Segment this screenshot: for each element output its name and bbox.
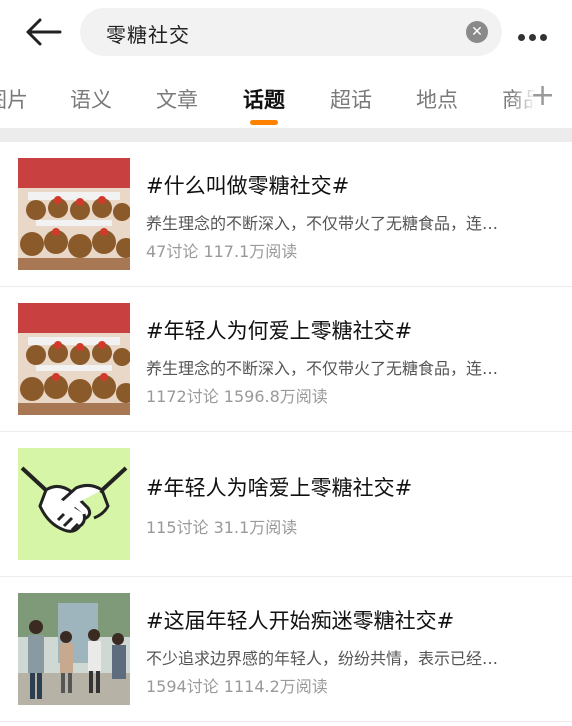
topic-item[interactable]: #什么叫做零糖社交# 养生理念的不断深入，不仅带火了无糖食品，连… 47讨论 1…: [0, 142, 572, 287]
topic-stats: 47讨论 117.1万阅读: [146, 242, 298, 261]
plush-toys-image: [18, 303, 130, 415]
clear-icon[interactable]: ✕: [466, 21, 488, 43]
tab-images[interactable]: 图片: [0, 84, 28, 114]
topic-description: 养生理念的不断深入，不仅带火了无糖食品，连…: [146, 359, 499, 378]
active-tab-indicator: [250, 120, 278, 125]
tab-bar: 图片 语义 文章 话题 超话 地点 商品 +: [0, 70, 572, 128]
topic-stats: 115讨论 31.1万阅读: [146, 518, 298, 537]
tab-super-topics[interactable]: 超话: [330, 84, 372, 114]
tab-topics[interactable]: 话题: [243, 84, 285, 114]
topic-description: 养生理念的不断深入，不仅带火了无糖食品，连…: [146, 214, 499, 233]
plush-toys-image: [18, 158, 130, 270]
tab-semantic[interactable]: 语义: [70, 84, 112, 114]
handshake-image: [18, 448, 130, 560]
search-input[interactable]: 零糖社交 ✕: [80, 8, 502, 56]
more-dots-icon[interactable]: [518, 26, 554, 41]
topic-list: #什么叫做零糖社交# 养生理念的不断深入，不仅带火了无糖食品，连… 47讨论 1…: [0, 142, 572, 722]
people-photo-image: [18, 593, 130, 705]
topic-title: #什么叫做零糖社交#: [146, 174, 350, 198]
topic-item[interactable]: #年轻人为啥爱上零糖社交# 115讨论 31.1万阅读: [0, 432, 572, 577]
topic-stats: 1172讨论 1596.8万阅读: [146, 387, 328, 406]
search-query-text: 零糖社交: [106, 23, 190, 47]
tab-articles[interactable]: 文章: [156, 84, 198, 114]
topic-stats: 1594讨论 1114.2万阅读: [146, 677, 328, 696]
topic-title: #这届年轻人开始痴迷零糖社交#: [146, 609, 455, 633]
topic-item[interactable]: #这届年轻人开始痴迷零糖社交# 不少追求边界感的年轻人，纷纷共情，表示已经… 1…: [0, 577, 572, 722]
top-bar: 零糖社交 ✕: [0, 0, 572, 62]
plus-icon[interactable]: +: [530, 78, 555, 113]
topic-description: 不少追求边界感的年轻人，纷纷共情，表示已经…: [146, 649, 499, 668]
section-divider: [0, 128, 572, 142]
topic-title: #年轻人为何爱上零糖社交#: [146, 319, 413, 343]
back-arrow-icon[interactable]: [22, 14, 62, 50]
topic-item[interactable]: #年轻人为何爱上零糖社交# 养生理念的不断深入，不仅带火了无糖食品，连… 117…: [0, 287, 572, 432]
topic-title: #年轻人为啥爱上零糖社交#: [146, 476, 413, 500]
tab-places[interactable]: 地点: [416, 84, 458, 114]
